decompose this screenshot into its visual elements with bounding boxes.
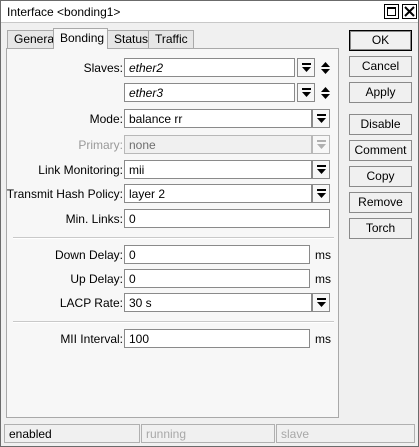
- up-delay-input[interactable]: 0: [124, 269, 310, 288]
- primary-label: Primary:: [78, 138, 123, 152]
- lacp-rate-row: LACP Rate: 30 s: [7, 293, 340, 313]
- link-monitoring-select[interactable]: mii: [124, 160, 312, 179]
- mode-label: Mode:: [89, 112, 123, 126]
- mii-interval-unit: ms: [315, 332, 331, 346]
- link-monitoring-row: Link Monitoring: mii: [7, 160, 340, 180]
- mii-interval-row: MII Interval: 100 ms: [7, 329, 340, 349]
- up-down-arrows-icon[interactable]: [317, 58, 331, 77]
- remove-button[interactable]: Remove: [349, 192, 412, 213]
- down-delay-unit: ms: [315, 248, 331, 262]
- slave-field-2[interactable]: ether3: [124, 83, 295, 102]
- link-monitoring-label: Link Monitoring:: [38, 163, 123, 177]
- copy-button[interactable]: Copy: [349, 166, 412, 187]
- up-delay-unit: ms: [315, 272, 331, 286]
- mode-row: Mode: balance rr: [7, 109, 340, 129]
- separator: [13, 321, 334, 323]
- hash-policy-row: Transmit Hash Policy: layer 2: [7, 184, 340, 204]
- status-slave: slave: [276, 424, 415, 443]
- restore-icon[interactable]: [384, 4, 399, 19]
- slaves-label: Slaves:: [83, 61, 123, 75]
- comment-button[interactable]: Comment: [349, 140, 412, 161]
- min-links-row: Min. Links: 0: [7, 209, 340, 229]
- dropdown-arrow-icon[interactable]: [312, 293, 330, 312]
- down-delay-label: Down Delay:: [54, 248, 123, 262]
- hash-policy-select[interactable]: layer 2: [124, 184, 312, 203]
- status-enabled: enabled: [4, 424, 140, 443]
- up-delay-row: Up Delay: 0 ms: [7, 269, 340, 289]
- tab-general[interactable]: General: [7, 30, 57, 49]
- dropdown-arrow-icon[interactable]: [312, 160, 330, 179]
- slaves-row-2: ether3: [7, 83, 340, 103]
- close-icon[interactable]: [402, 4, 417, 19]
- dropdown-arrow-icon[interactable]: [312, 184, 330, 203]
- disable-button[interactable]: Disable: [349, 114, 412, 135]
- mode-select[interactable]: balance rr: [124, 109, 312, 128]
- dropdown-arrow-icon[interactable]: [312, 109, 330, 128]
- mii-interval-label: MII Interval:: [60, 332, 123, 346]
- torch-button[interactable]: Torch: [349, 218, 412, 239]
- apply-button[interactable]: Apply: [349, 82, 412, 103]
- up-delay-label: Up Delay:: [70, 272, 123, 286]
- dropdown-arrow-icon[interactable]: [297, 58, 315, 77]
- bonding-panel: Slaves: ether2 ether3 Mode: balance rr P…: [6, 48, 339, 418]
- dropdown-arrow-icon: [312, 135, 330, 154]
- hash-policy-label: Transmit Hash Policy:: [6, 187, 123, 201]
- min-links-input[interactable]: 0: [124, 209, 330, 228]
- lacp-rate-label: LACP Rate:: [59, 296, 123, 310]
- down-delay-row: Down Delay: 0 ms: [7, 245, 340, 265]
- ok-button[interactable]: OK: [349, 30, 412, 51]
- slaves-row: Slaves: ether2: [7, 58, 340, 78]
- mii-interval-input[interactable]: 100: [124, 329, 310, 348]
- title-bar[interactable]: Interface <bonding1>: [1, 1, 418, 23]
- primary-row: Primary: none: [7, 135, 340, 155]
- interface-window: Interface <bonding1> General Bonding Sta…: [0, 0, 419, 447]
- separator: [13, 237, 334, 239]
- cancel-button[interactable]: Cancel: [349, 56, 412, 77]
- lacp-rate-select[interactable]: 30 s: [124, 293, 312, 312]
- status-running: running: [141, 424, 275, 443]
- down-delay-input[interactable]: 0: [124, 245, 310, 264]
- tab-traffic[interactable]: Traffic: [148, 30, 194, 49]
- primary-select: none: [124, 135, 312, 154]
- min-links-label: Min. Links:: [65, 212, 123, 226]
- tab-status[interactable]: Status: [107, 30, 149, 49]
- tab-bonding[interactable]: Bonding: [53, 28, 108, 49]
- up-down-arrows-icon[interactable]: [317, 83, 331, 102]
- dropdown-arrow-icon[interactable]: [297, 83, 315, 102]
- slave-field-1[interactable]: ether2: [124, 58, 295, 77]
- window-title: Interface <bonding1>: [7, 5, 121, 19]
